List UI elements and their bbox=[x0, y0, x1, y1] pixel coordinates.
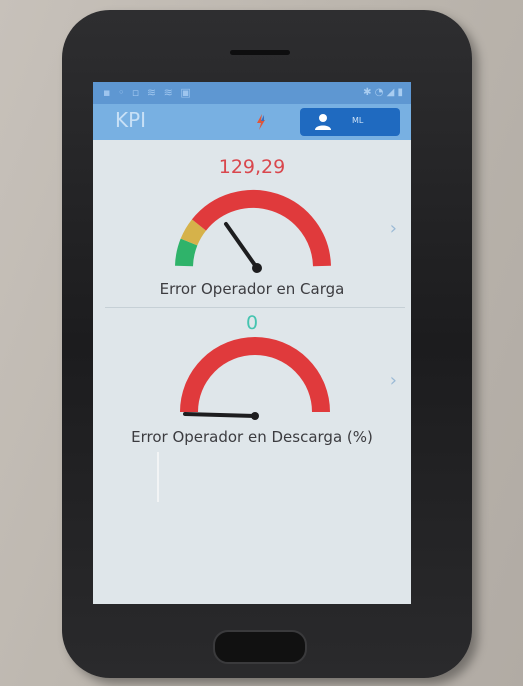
gauge-caption: Error Operador en Descarga (%) bbox=[131, 428, 373, 446]
gauge-hub bbox=[251, 412, 259, 420]
chevron-right-icon: › bbox=[389, 370, 397, 391]
system-icons: ✱ ◔ ◢ ▮ bbox=[363, 87, 403, 98]
gauge-red-segment bbox=[180, 337, 330, 413]
refresh-icon[interactable] bbox=[251, 112, 271, 132]
chevron-right-icon: › bbox=[389, 218, 397, 239]
gauge-caption: Error Operador en Carga bbox=[159, 280, 345, 298]
gauge-needle bbox=[183, 412, 257, 418]
user-icon bbox=[315, 114, 331, 130]
gauge-red-segment bbox=[191, 189, 331, 267]
gauge-yellow-segment bbox=[180, 219, 207, 246]
gauge-value: 129,29 bbox=[218, 156, 286, 178]
status-bar: ▪ ◦ ▫ ≋ ≋ ▣ ✱ ◔ ◢ ▮ bbox=[93, 82, 411, 104]
user-button[interactable]: ML bbox=[300, 108, 400, 136]
phone-speaker bbox=[230, 50, 290, 55]
gauge-carga bbox=[175, 189, 331, 273]
user-label: ML bbox=[352, 116, 364, 125]
divider bbox=[105, 307, 405, 308]
gauge-value: 0 bbox=[245, 312, 259, 334]
gauge-hub bbox=[252, 263, 262, 273]
app-bar: KPI ML bbox=[93, 104, 411, 140]
app-title: KPI bbox=[115, 108, 147, 132]
notification-icons: ▪ ◦ ▫ ≋ ≋ ▣ bbox=[103, 86, 193, 99]
phone-screen: ▪ ◦ ▫ ≋ ≋ ▣ ✱ ◔ ◢ ▮ KPI ML 129,29 › Erro… bbox=[93, 82, 411, 604]
photo-background: ▪ ◦ ▫ ≋ ≋ ▣ ✱ ◔ ◢ ▮ KPI ML 129,29 › Erro… bbox=[0, 0, 523, 686]
gauge-green-segment bbox=[175, 238, 198, 267]
scroll-indicator bbox=[157, 452, 159, 502]
home-button[interactable] bbox=[213, 630, 307, 664]
gauge-card-descarga[interactable]: 0 › Error Operador en Descarga (%) bbox=[93, 310, 411, 460]
gauge-card-carga[interactable]: 129,29 › Error Operador en Carga bbox=[93, 140, 411, 310]
gauge-needle bbox=[224, 222, 259, 270]
gauge-descarga bbox=[180, 337, 330, 420]
